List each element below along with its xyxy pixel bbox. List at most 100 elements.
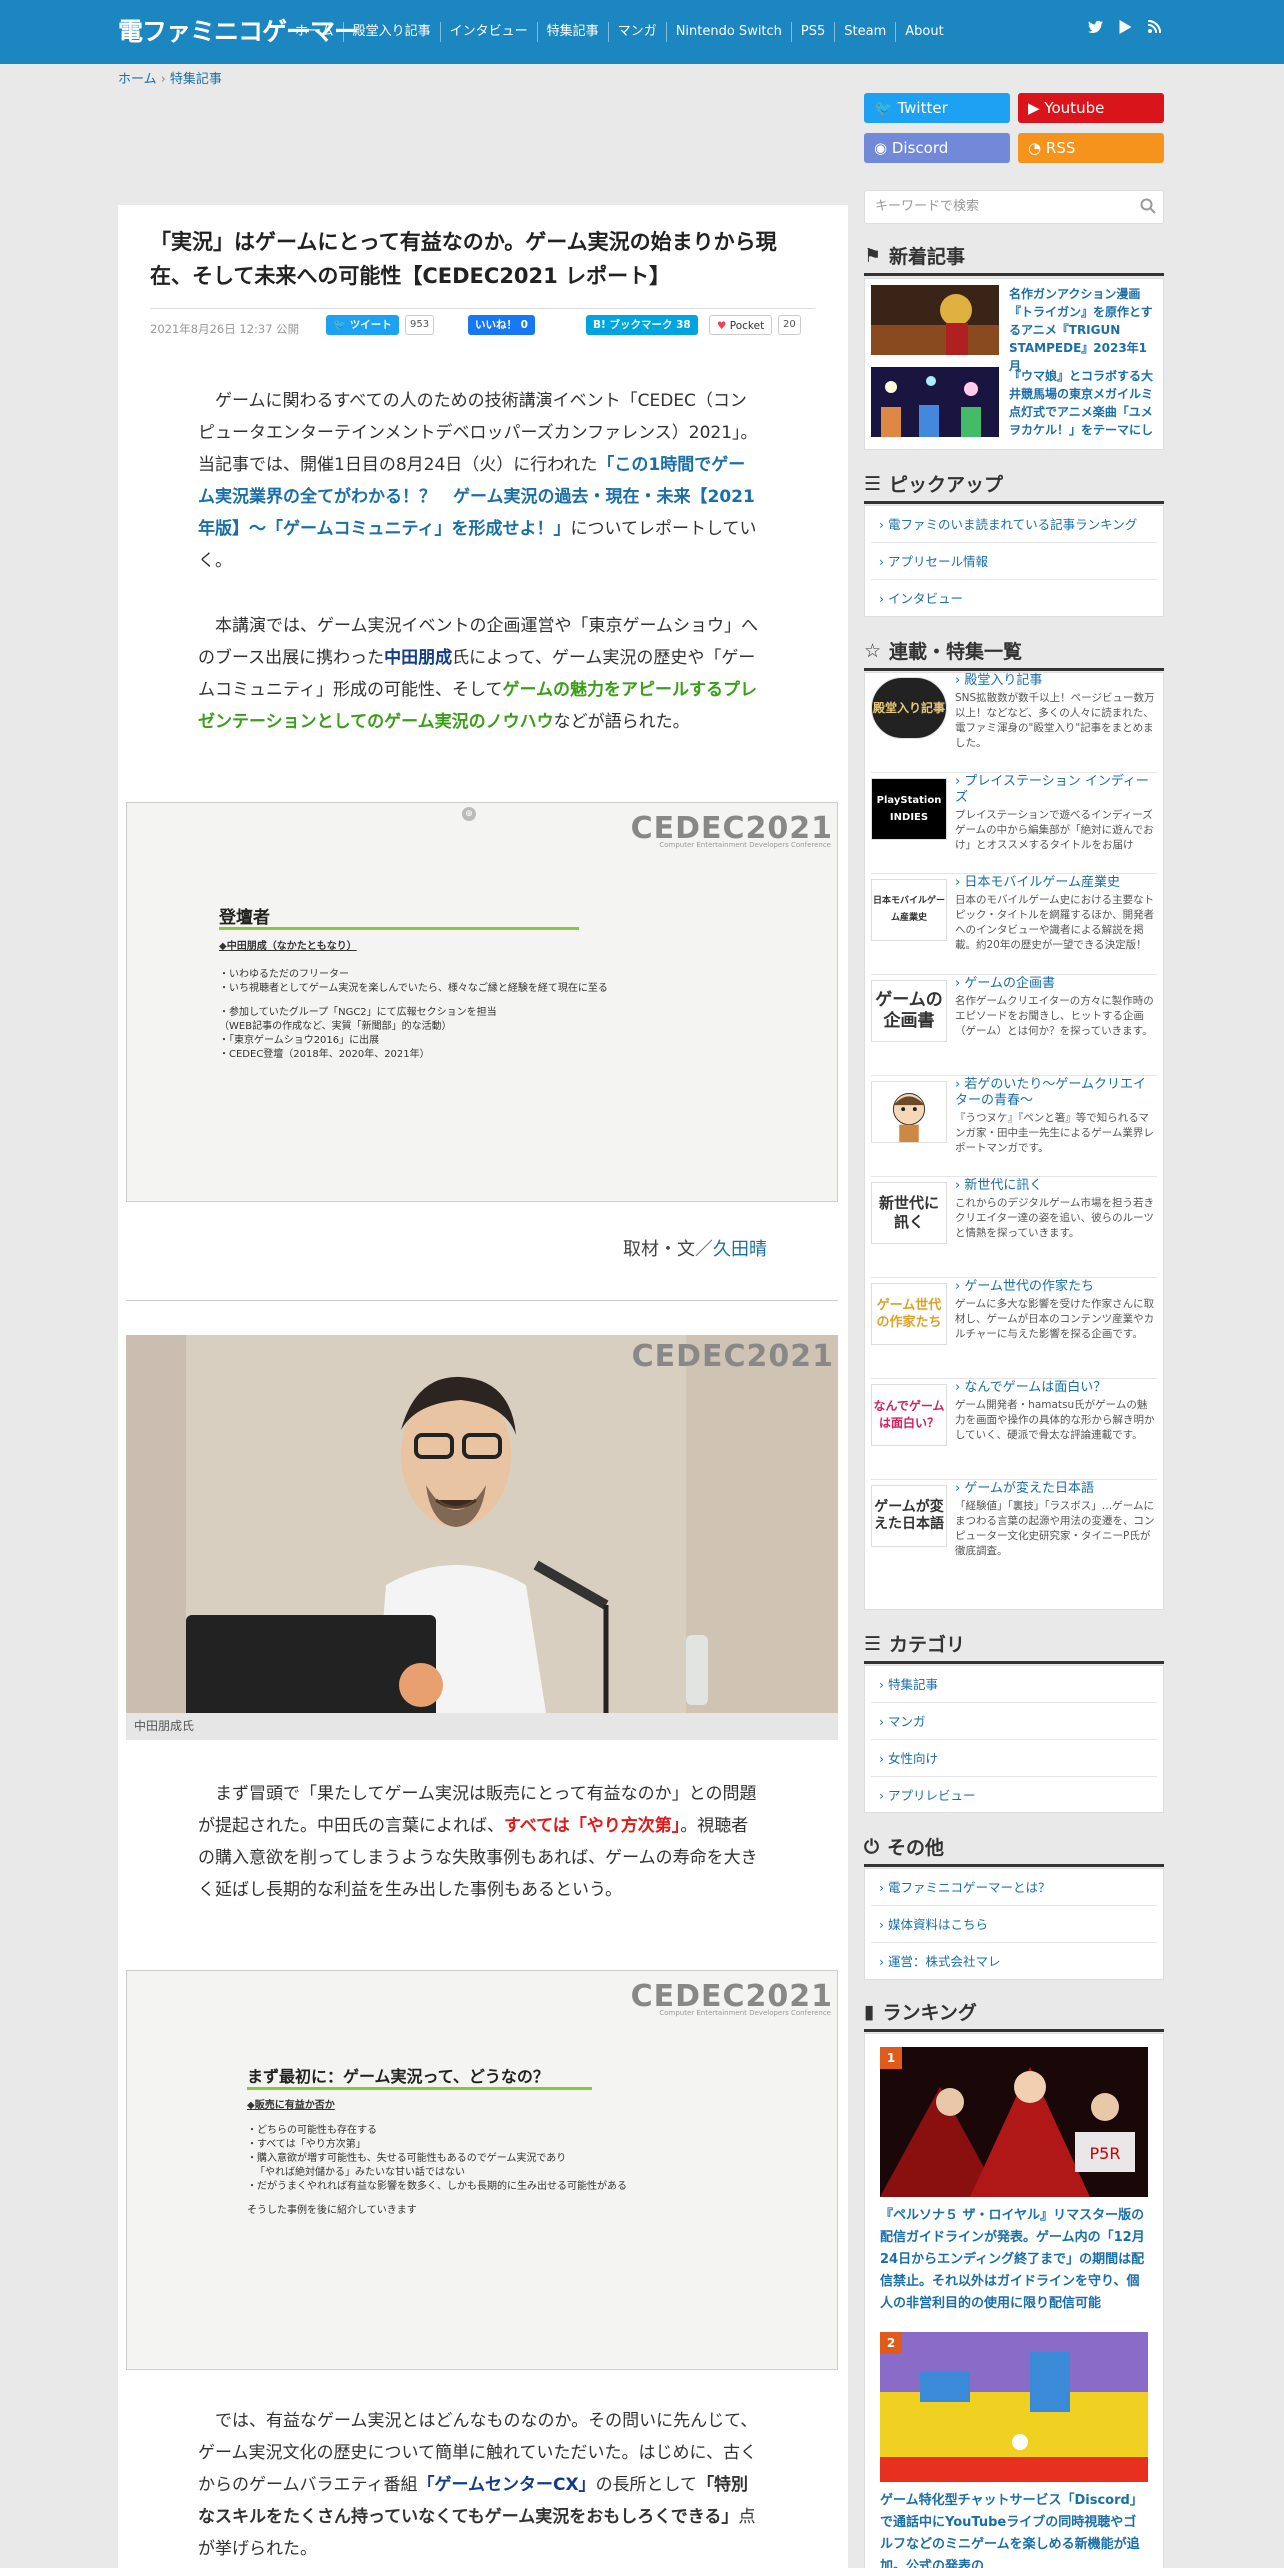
category-link[interactable]: › アプリレビュー: [871, 1777, 1157, 1814]
rss-icon[interactable]: [1148, 20, 1161, 33]
series-item[interactable]: ゲームが変えた日本語 › ゲームが変えた日本語 「経験値」「裏技」「ラスボス」……: [871, 1481, 1157, 1581]
series-item[interactable]: PlayStation INDIES › プレイステーション インディーズ プレ…: [871, 774, 1157, 874]
rss-button[interactable]: ◔ RSS: [1018, 133, 1164, 163]
series-title-label: ゲーム世代の作家たち: [964, 1279, 1094, 1294]
series-item[interactable]: 日本モバイルゲーム産業史 › 日本モバイルゲーム産業史 日本のモバイルゲーム史に…: [871, 875, 1157, 975]
nav-item-manga[interactable]: マンガ: [607, 22, 666, 42]
pickup-label: インタビュー: [887, 591, 963, 606]
new-article-item[interactable]: 名作ガンアクション漫画『トライガン』を原作とするアニメ『TRIGUN STAMP…: [871, 283, 1159, 373]
speaker-photo-illustration: [126, 1335, 838, 1713]
flag-icon: ⚑: [864, 244, 882, 267]
byline: 取材・文／久田晴: [623, 1235, 767, 1261]
series-title-label: 若ゲのいたり～ゲームクリエイターの青春～: [955, 1077, 1146, 1108]
breadcrumb-home[interactable]: ホーム: [118, 72, 157, 87]
pickup-link[interactable]: › 電ファミのいま読まれている記事ランキング: [871, 506, 1157, 543]
history-text-mid: の長所として: [595, 2475, 698, 2495]
pocket-button[interactable]: ♥ Pocket: [709, 315, 773, 335]
nav-item-interview[interactable]: インタビュー: [439, 22, 537, 42]
other-link[interactable]: › 電ファミニコゲーマーとは？: [871, 1869, 1157, 1906]
pickup-link[interactable]: › アプリセール情報: [871, 543, 1157, 580]
nav-item-home[interactable]: ホーム: [287, 22, 343, 42]
slide-line: （WEB記事の作成など、実質「新聞部」的な活動）: [219, 1021, 452, 1032]
nav-item-about[interactable]: About: [895, 22, 952, 42]
global-nav: ホーム 殿堂入り記事 インタビュー 特集記事 マンガ Nintendo Swit…: [287, 22, 953, 42]
other-list: › 電ファミニコゲーマーとは？ › 媒体資料はこちら › 運営：株式会社マレ: [864, 1868, 1164, 1980]
series-item[interactable]: なんでゲームは面白い？ › なんでゲームは面白い？ ゲーム開発者・hamatsu…: [871, 1380, 1157, 1480]
series-title-label: プレイステーション インディーズ: [955, 774, 1149, 805]
youtube-button[interactable]: ▶ Youtube: [1018, 93, 1164, 123]
series-item[interactable]: ゲーム世代の作家たち › ゲーム世代の作家たち ゲームに多大な影響を受けた作家さ…: [871, 1279, 1157, 1379]
speaker-photo[interactable]: CEDEC2021: [126, 1335, 838, 1713]
series-thumb: ゲーム世代の作家たち: [871, 1283, 947, 1345]
slide-underline: [219, 927, 579, 930]
question-highlight: すべては「やり方次第」: [504, 1816, 681, 1836]
series-item[interactable]: › 若ゲのいたり～ゲームクリエイターの青春～ 『うつヌケ』『ペンと箸』等で知られ…: [871, 1077, 1157, 1177]
series-thumb: 殿堂入り記事: [871, 677, 947, 739]
twitter-icon: 🐦: [874, 99, 893, 117]
zoom-icon[interactable]: ⊕: [462, 807, 476, 821]
hatena-bookmark-button[interactable]: B! ブックマーク 38: [586, 315, 698, 335]
list-icon: ☰: [864, 1632, 882, 1655]
power-icon: ⏻: [864, 1835, 880, 1858]
slide-line: ・参加していたグループ「NGC2」にて広報セクションを担当: [219, 1007, 497, 1018]
new-articles-list: 名作ガンアクション漫画『トライガン』を原作とするアニメ『TRIGUN STAMP…: [864, 278, 1164, 450]
slide-line: 「やれば絶対儲かる」みたいな甘い話ではない: [255, 2167, 465, 2178]
facebook-like-button[interactable]: いいね！ 0: [468, 315, 535, 335]
series-desc: SNS拡散数が数千以上！ページビュー数万以上！などなど、多くの人々に読まれた、電…: [955, 692, 1155, 749]
nav-item-switch[interactable]: Nintendo Switch: [665, 22, 791, 42]
ranking-title: 『ペルソナ５ ザ・ロイヤル』リマスター版の配信ガイドラインが発表。ゲーム内の「1…: [880, 2208, 1145, 2311]
series-title: › プレイステーション インディーズ: [955, 774, 1149, 805]
nav-item-ps5[interactable]: PS5: [790, 22, 834, 42]
new-article-thumb: [871, 285, 999, 355]
list-icon: ☰: [864, 472, 882, 495]
category-link[interactable]: › マンガ: [871, 1703, 1157, 1740]
ranking-heading: ▮ ランキング: [864, 1998, 1164, 2032]
author-link[interactable]: 久田晴: [713, 1239, 767, 1260]
youtube-play-icon[interactable]: [1119, 20, 1132, 34]
slide-line: ・すべては「やり方次第」: [247, 2139, 366, 2150]
slide-section: ◆販売に有益か否か: [247, 2100, 335, 2111]
category-link[interactable]: › 特集記事: [871, 1666, 1157, 1703]
series-item[interactable]: 殿堂入り記事 › 殿堂入り記事 SNS拡散数が数千以上！ページビュー数万以上！な…: [871, 673, 1157, 773]
slide-body: ・どちらの可能性も存在する ・すべては「やり方次第」 ・購入意欲が増す可能性も、…: [247, 2124, 627, 2218]
nav-item-steam[interactable]: Steam: [834, 22, 895, 42]
series-thumb: ゲームの企画書: [871, 980, 947, 1042]
pickup-heading: ☰ ピックアップ: [864, 470, 1164, 504]
rank-badge: 1: [880, 2047, 902, 2069]
nav-item-hall-of-fame[interactable]: 殿堂入り記事: [342, 22, 440, 42]
new-article-item[interactable]: 『ウマ娘』とコラボする大井競馬場の東京メガイルミ点灯式でアニメ楽曲「ユメヲカケル…: [871, 365, 1159, 439]
breadcrumb-current[interactable]: 特集記事: [170, 72, 222, 87]
pickup-label: アプリセール情報: [887, 554, 988, 569]
series-title: › なんでゲームは面白い？: [955, 1380, 1107, 1395]
search-input[interactable]: キーワードで検索: [864, 190, 1164, 224]
series-desc: ゲームに多大な影響を受けた作家さんに取材し、ゲームが日本のコンテンツ産業やカルチ…: [955, 1298, 1155, 1340]
series-thumb: [871, 1081, 947, 1143]
speaker-name-link[interactable]: 中田朋成: [384, 648, 452, 668]
twitter-button[interactable]: 🐦 Twitter: [864, 93, 1010, 123]
other-link[interactable]: › 媒体資料はこちら: [871, 1906, 1157, 1943]
slide-image-intro[interactable]: CEDEC2021 Computer Entertainment Develop…: [126, 1970, 838, 2370]
pickup-link[interactable]: › インタビュー: [871, 580, 1157, 617]
other-label: 媒体資料はこちら: [887, 1917, 988, 1932]
twitter-icon[interactable]: [1088, 20, 1103, 34]
other-label: 運営：株式会社マレ: [887, 1954, 1001, 1969]
other-link[interactable]: › 運営：株式会社マレ: [871, 1943, 1157, 1980]
discord-label: Discord: [891, 139, 949, 157]
slide-image-speaker[interactable]: ⊕ CEDEC2021 Computer Entertainment Devel…: [126, 802, 838, 1202]
series-thumb: PlayStation INDIES: [871, 778, 947, 840]
discord-button[interactable]: ◉ Discord: [864, 133, 1010, 163]
photo-caption: 中田朋成氏: [126, 1713, 838, 1740]
pickup-label: 電ファミのいま読まれている記事ランキング: [887, 517, 1138, 532]
category-link[interactable]: › 女性向け: [871, 1740, 1157, 1777]
tweet-button[interactable]: 🐦 ツイート: [326, 315, 399, 335]
series-title-label: ゲームの企画書: [964, 976, 1055, 991]
category-heading-label: カテゴリ: [889, 1634, 966, 1656]
series-item[interactable]: 新世代に訊く › 新世代に訊く これからのデジタルゲーム市場を担う若きクリエイタ…: [871, 1178, 1157, 1278]
search-icon[interactable]: [1140, 198, 1156, 214]
series-title-label: 日本モバイルゲーム産業史: [964, 875, 1120, 890]
series-title: › 殿堂入り記事: [955, 673, 1043, 688]
paragraph-speaker: 本講演では、ゲーム実況イベントの企画運営や「東京ゲームショウ」へのブース出展に携…: [198, 610, 758, 738]
nav-item-features[interactable]: 特集記事: [536, 22, 608, 42]
series-item[interactable]: ゲームの企画書 › ゲームの企画書 名作ゲームクリエイターの方々に製作時のエピソ…: [871, 976, 1157, 1076]
site-header: 電ファミニコゲーマー ホーム 殿堂入り記事 インタビュー 特集記事 マンガ Ni…: [0, 0, 1284, 64]
